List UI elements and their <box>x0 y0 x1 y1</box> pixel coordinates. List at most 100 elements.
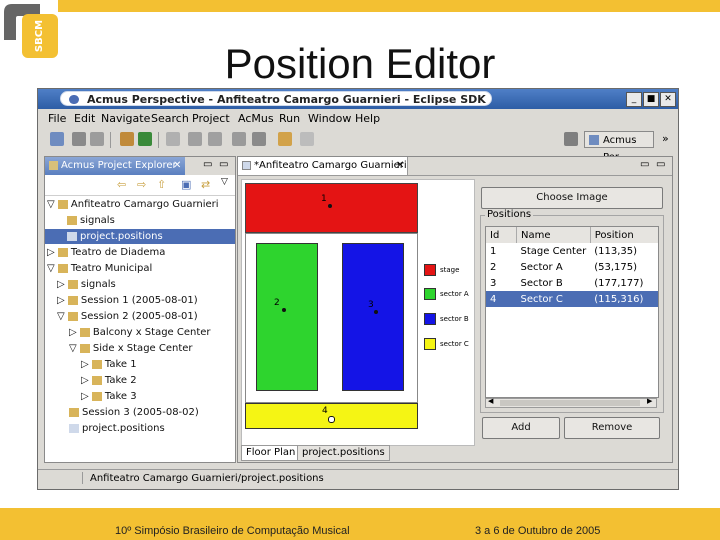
tree-item[interactable]: ▽ Session 2 (2005-08-01) <box>57 309 233 324</box>
table-row[interactable]: 2 Sector A (53,175) <box>486 259 658 275</box>
tree-toggle-icon[interactable]: ▽ <box>47 199 55 210</box>
tree-toggle-icon[interactable]: ▽ <box>57 311 65 322</box>
maximize-button[interactable]: ■ <box>643 92 659 107</box>
up-icon[interactable]: ⇧ <box>157 178 166 191</box>
menu-project[interactable]: Project <box>192 112 230 125</box>
tree-item[interactable]: ▷ Teatro de Diadema <box>47 245 233 260</box>
close-window-button[interactable]: ✕ <box>660 92 676 107</box>
tree-item[interactable]: ▽ Anfiteatro Camargo Guarnieri <box>47 197 233 212</box>
menu-acmus[interactable]: AcMus <box>238 112 274 125</box>
close-tab-icon[interactable]: ✕ <box>173 157 181 175</box>
floor-plan-canvas[interactable]: 1 2 3 4 stage sector A sector B sector C <box>241 179 475 446</box>
cell-id: 1 <box>490 245 497 257</box>
tree-item[interactable]: ▽ Teatro Municipal <box>47 261 233 276</box>
back-icon[interactable] <box>278 132 292 146</box>
tree-toggle-icon[interactable]: ▷ <box>47 247 55 258</box>
tree-item-selected[interactable]: project.positions <box>45 229 235 244</box>
tree-item[interactable]: Session 3 (2005-08-02) <box>69 405 233 420</box>
menu-search[interactable]: Search <box>151 112 189 125</box>
footer-conference: 10º Simpósio Brasileiro de Computação Mu… <box>115 525 350 537</box>
scroll-left-icon[interactable]: ◀ <box>488 397 493 405</box>
scrollbar-thumb[interactable] <box>500 400 640 406</box>
save-icon[interactable] <box>72 132 86 146</box>
position-marker[interactable] <box>282 308 286 312</box>
position-marker-selected[interactable] <box>328 416 335 423</box>
tree-item[interactable]: ▷ Balcony x Stage Center <box>69 325 233 340</box>
add-position-button[interactable]: Add <box>482 417 560 439</box>
tree-toggle-icon[interactable]: ▷ <box>81 391 89 402</box>
menu-edit[interactable]: Edit <box>74 112 95 125</box>
remove-position-button[interactable]: Remove <box>564 417 660 439</box>
search-icon[interactable] <box>208 132 222 146</box>
back-icon[interactable]: ⇦ <box>117 178 126 191</box>
close-tab-icon[interactable]: ✕ <box>396 157 404 175</box>
perspective-switcher[interactable]: Acmus Per <box>584 131 654 163</box>
position-marker-label: 3 <box>368 300 374 310</box>
menu-help[interactable]: Help <box>355 112 380 125</box>
tree-toggle-icon[interactable]: ▽ <box>69 343 77 354</box>
forward-icon[interactable]: ⇨ <box>137 178 146 191</box>
tree-toggle-icon[interactable]: ▷ <box>81 375 89 386</box>
tree-item[interactable]: ▷ Take 3 <box>81 389 233 404</box>
tree-item[interactable]: project.positions <box>69 421 233 436</box>
menu-window[interactable]: Window <box>308 112 351 125</box>
tree-item[interactable]: ▷ Take 1 <box>81 357 233 372</box>
menu-navigate[interactable]: Navigate <box>101 112 150 125</box>
forward-icon[interactable] <box>252 132 266 146</box>
run-icon[interactable] <box>138 132 152 146</box>
project-explorer-panel: Acmus Project Explorer ✕ ▭ ▭ ⇦ ⇨ ⇧ ▣ ⇄ ▽… <box>44 156 236 463</box>
link-editor-icon[interactable]: ⇄ <box>201 178 210 191</box>
print-icon[interactable] <box>90 132 104 146</box>
tree-item[interactable]: signals <box>67 213 233 228</box>
column-header-position[interactable]: Position <box>590 227 658 243</box>
column-header-name[interactable]: Name <box>516 227 591 243</box>
tree-item[interactable]: ▽ Side x Stage Center <box>69 341 233 356</box>
cell-id: 3 <box>490 277 497 289</box>
next-icon[interactable] <box>300 132 314 146</box>
tree-item[interactable]: ▷ Session 1 (2005-08-01) <box>57 293 233 308</box>
status-bar: Anfiteatro Camargo Guarnieri/project.pos… <box>38 469 678 488</box>
tree-item[interactable]: ▷ signals <box>57 277 233 292</box>
position-marker[interactable] <box>374 310 378 314</box>
tree-toggle-icon[interactable]: ▷ <box>69 327 77 338</box>
position-marker[interactable] <box>328 204 332 208</box>
tree-item-label: Session 1 (2005-08-01) <box>80 295 198 306</box>
footer-dates: 3 a 6 de Outubro de 2005 <box>475 525 601 537</box>
maximize-view-icon[interactable]: ▭ <box>219 159 228 170</box>
tree-toggle-icon[interactable]: ▷ <box>57 279 65 290</box>
tree-toggle-icon[interactable]: ▷ <box>81 359 89 370</box>
session-folder-icon <box>67 311 78 321</box>
menu-file[interactable]: File <box>48 112 66 125</box>
debug-icon[interactable] <box>120 132 134 146</box>
tab-project-positions[interactable]: project.positions <box>297 445 390 461</box>
tree-item[interactable]: ▷ Take 2 <box>81 373 233 388</box>
table-row[interactable]: 3 Sector B (177,177) <box>486 275 658 291</box>
open-perspective-icon[interactable] <box>564 132 578 146</box>
scroll-right-icon[interactable]: ▶ <box>647 397 652 405</box>
tree-toggle-icon[interactable]: ▷ <box>57 295 65 306</box>
cell-position: (115,316) <box>594 293 644 305</box>
open-type-icon[interactable] <box>188 132 202 146</box>
menu-run[interactable]: Run <box>279 112 300 125</box>
explorer-icon <box>49 161 58 170</box>
minimize-view-icon[interactable]: ▭ <box>203 159 212 170</box>
maximize-view-icon[interactable]: ▭ <box>656 159 665 170</box>
minimize-button[interactable]: _ <box>626 92 642 107</box>
minimize-view-icon[interactable]: ▭ <box>640 159 649 170</box>
tab-positions-editor[interactable]: *Anfiteatro Camargo Guarnieri ✕ <box>238 157 408 175</box>
collapse-all-icon[interactable]: ▣ <box>181 178 191 191</box>
view-menu-icon[interactable]: ▽ <box>221 177 228 187</box>
column-header-id[interactable]: Id <box>486 227 517 243</box>
table-row-selected[interactable]: 4 Sector C (115,316) <box>486 291 658 307</box>
tool-icon[interactable] <box>166 132 180 146</box>
chevron-more-icon[interactable]: » <box>662 132 669 145</box>
new-icon[interactable] <box>50 132 64 146</box>
table-horizontal-scrollbar[interactable]: ◀ ▶ <box>485 397 657 408</box>
tree-toggle-icon[interactable]: ▽ <box>47 263 55 274</box>
table-row[interactable]: 1 Stage Center (113,35) <box>486 243 658 259</box>
tab-floor-plan[interactable]: Floor Plan <box>241 445 301 461</box>
tab-project-explorer[interactable]: Acmus Project Explorer ✕ <box>45 157 185 175</box>
legend-label: sector C <box>440 340 469 348</box>
annotation-icon[interactable] <box>232 132 246 146</box>
choose-image-button[interactable]: Choose Image <box>481 187 663 209</box>
